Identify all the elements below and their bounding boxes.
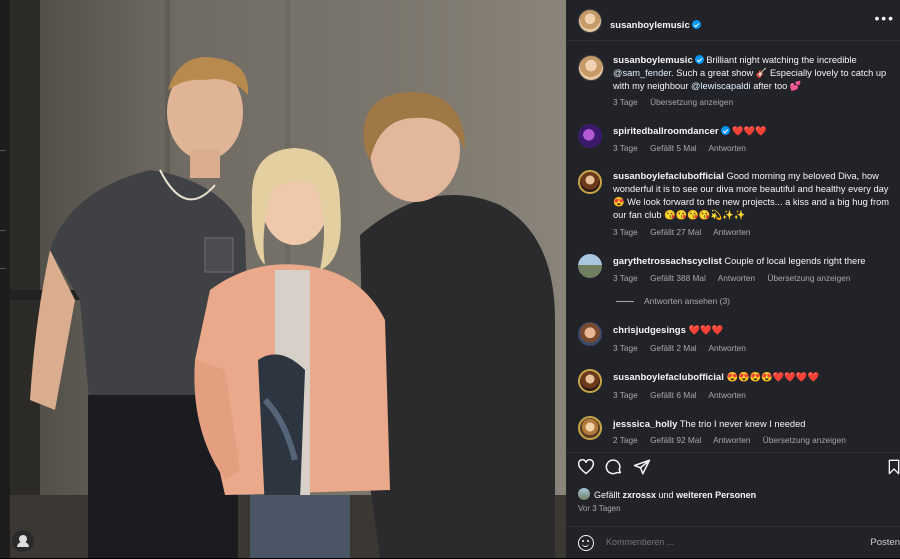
reply-button[interactable]: Antworten bbox=[718, 273, 755, 283]
like-heart-icon[interactable] bbox=[577, 458, 595, 476]
commenter-username[interactable]: susanboylefaclubofficial bbox=[613, 171, 724, 182]
comment-meta: 3 Tage Gefällt 388 Mal Antworten Überset… bbox=[613, 273, 860, 283]
commenter-username[interactable]: spiritedballroomdancer bbox=[613, 126, 719, 137]
commenter-username[interactable]: jesssica_holly bbox=[613, 419, 677, 430]
reply-button[interactable]: Antworten bbox=[713, 227, 750, 237]
caption-text-part: after too 💕 bbox=[750, 81, 802, 91]
likes-count[interactable]: Gefällt 6 Mal bbox=[650, 390, 697, 400]
likes-count[interactable]: Gefällt 5 Mal bbox=[650, 143, 697, 153]
post-photo[interactable] bbox=[10, 0, 566, 558]
commenter-avatar[interactable] bbox=[578, 254, 602, 278]
caption-author-avatar[interactable] bbox=[578, 55, 604, 81]
comment-input[interactable] bbox=[606, 537, 806, 547]
share-send-icon[interactable] bbox=[633, 458, 651, 476]
bookmark-icon[interactable] bbox=[888, 458, 900, 476]
comment-meta: 3 Tage Gefällt 5 Mal Antworten bbox=[613, 143, 756, 153]
photo-illustration bbox=[10, 0, 566, 558]
divider bbox=[0, 268, 6, 269]
reply-button[interactable]: Antworten bbox=[709, 390, 746, 400]
comment-meta: 3 Tage Gefällt 27 Mal Antworten bbox=[613, 227, 760, 237]
post-date[interactable]: Vor 3 Tagen bbox=[578, 504, 621, 513]
liker-username[interactable]: zxrossx bbox=[623, 490, 657, 500]
reply-button[interactable]: Antworten bbox=[709, 343, 746, 353]
caption-username[interactable]: susanboylemusic bbox=[613, 55, 693, 66]
comment-meta: 3 Tage Gefällt 6 Mal Antworten bbox=[613, 390, 756, 400]
comment-text: susanboylefaclubofficial Good morning my… bbox=[613, 170, 893, 222]
comment-text: garythetrossachscyclist Couple of local … bbox=[613, 255, 893, 268]
commenter-avatar[interactable] bbox=[578, 369, 602, 393]
timestamp[interactable]: 3 Tage bbox=[613, 97, 638, 107]
likes-prefix: Gefällt bbox=[594, 490, 623, 500]
view-replies-label[interactable]: Antworten ansehen (3) bbox=[644, 296, 730, 306]
timestamp[interactable]: 3 Tage bbox=[613, 227, 638, 237]
comment-composer: Posten bbox=[566, 526, 900, 559]
commenter-avatar[interactable] bbox=[578, 170, 602, 194]
post-header: susanboylemusic • • • bbox=[566, 0, 900, 41]
verified-badge-icon bbox=[720, 126, 730, 135]
comment-body: The trio I never knew I needed bbox=[677, 419, 806, 429]
view-replies-button[interactable]: Antworten ansehen (3) bbox=[616, 296, 730, 306]
verified-badge-icon bbox=[694, 55, 704, 64]
verified-badge-icon bbox=[691, 20, 701, 29]
timestamp[interactable]: 3 Tage bbox=[613, 343, 638, 353]
commenter-username[interactable]: susanboylefaclubofficial bbox=[613, 372, 724, 383]
commenter-avatar[interactable] bbox=[578, 322, 602, 346]
reply-button[interactable]: Antworten bbox=[713, 435, 750, 445]
account-avatar-icon[interactable] bbox=[12, 530, 34, 552]
divider bbox=[566, 452, 900, 454]
likes-count[interactable]: Gefällt 388 Mal bbox=[650, 273, 706, 283]
liker-avatar bbox=[578, 488, 590, 500]
emoji-icon[interactable] bbox=[578, 535, 594, 551]
caption-text-part: Brilliant night watching the incredible bbox=[703, 55, 857, 65]
likes-count[interactable]: Gefällt 2 Mal bbox=[650, 343, 697, 353]
post-comment-button[interactable]: Posten bbox=[870, 537, 900, 548]
mention-link[interactable]: @sam_fender bbox=[613, 68, 671, 78]
timestamp[interactable]: 2 Tage bbox=[613, 435, 638, 445]
background-page-strip bbox=[0, 0, 10, 558]
comment-body: ❤️❤️❤️ bbox=[729, 126, 767, 136]
divider bbox=[0, 150, 6, 151]
timestamp[interactable]: 3 Tage bbox=[613, 143, 638, 153]
comment-text: susanboylefaclubofficial 😍😍😍😍❤️❤️❤️❤️ bbox=[613, 371, 893, 384]
timestamp[interactable]: 3 Tage bbox=[613, 273, 638, 283]
likes-middle: und bbox=[656, 490, 677, 500]
comment-bubble-icon[interactable] bbox=[605, 458, 623, 476]
comment-body: 😍😍😍😍❤️❤️❤️❤️ bbox=[723, 372, 820, 382]
comment-meta: 3 Tage Gefällt 2 Mal Antworten bbox=[613, 343, 756, 353]
translate-button[interactable]: Übersetzung anzeigen bbox=[767, 273, 850, 283]
commenter-avatar[interactable] bbox=[578, 416, 602, 440]
likes-count[interactable]: Gefällt 92 Mal bbox=[650, 435, 701, 445]
likes-summary[interactable]: Gefällt zxrossx und weiteren Personen bbox=[578, 488, 756, 500]
post-side-panel: susanboylemusic • • • susanboylemusic Br… bbox=[566, 0, 900, 558]
comment-text: chrisjudgesings ❤️❤️❤️ bbox=[613, 324, 893, 337]
commenter-avatar[interactable] bbox=[578, 124, 602, 148]
likes-count[interactable]: Gefällt 27 Mal bbox=[650, 227, 701, 237]
more-horizontal-icon[interactable]: • • • bbox=[875, 10, 894, 26]
commenter-username[interactable]: garythetrossachscyclist bbox=[613, 256, 722, 267]
mention-link[interactable]: @lewiscapaldi bbox=[691, 81, 751, 91]
comment-text: spiritedballroomdancer ❤️❤️❤️ bbox=[613, 125, 893, 138]
translate-button[interactable]: Übersetzung anzeigen bbox=[650, 97, 733, 107]
timestamp[interactable]: 3 Tage bbox=[613, 390, 638, 400]
comment-body: Couple of local legends right there bbox=[721, 256, 866, 266]
comment-body: ❤️❤️❤️ bbox=[685, 325, 724, 335]
other-likers-link[interactable]: weiteren Personen bbox=[676, 490, 756, 500]
author-username[interactable]: susanboylemusic bbox=[610, 20, 690, 31]
commenter-username[interactable]: chrisjudgesings bbox=[613, 325, 686, 336]
author-avatar[interactable] bbox=[578, 9, 602, 33]
comment-text: jesssica_holly The trio I never knew I n… bbox=[613, 418, 893, 431]
divider bbox=[616, 301, 634, 303]
translate-button[interactable]: Übersetzung anzeigen bbox=[763, 435, 846, 445]
caption-text: susanboylemusic Brilliant night watching… bbox=[613, 54, 893, 93]
reply-button[interactable]: Antworten bbox=[709, 143, 746, 153]
comment-meta: 2 Tage Gefällt 92 Mal Antworten Übersetz… bbox=[613, 435, 856, 445]
caption-meta: 3 Tage Übersetzung anzeigen bbox=[613, 97, 743, 107]
divider bbox=[0, 230, 6, 231]
